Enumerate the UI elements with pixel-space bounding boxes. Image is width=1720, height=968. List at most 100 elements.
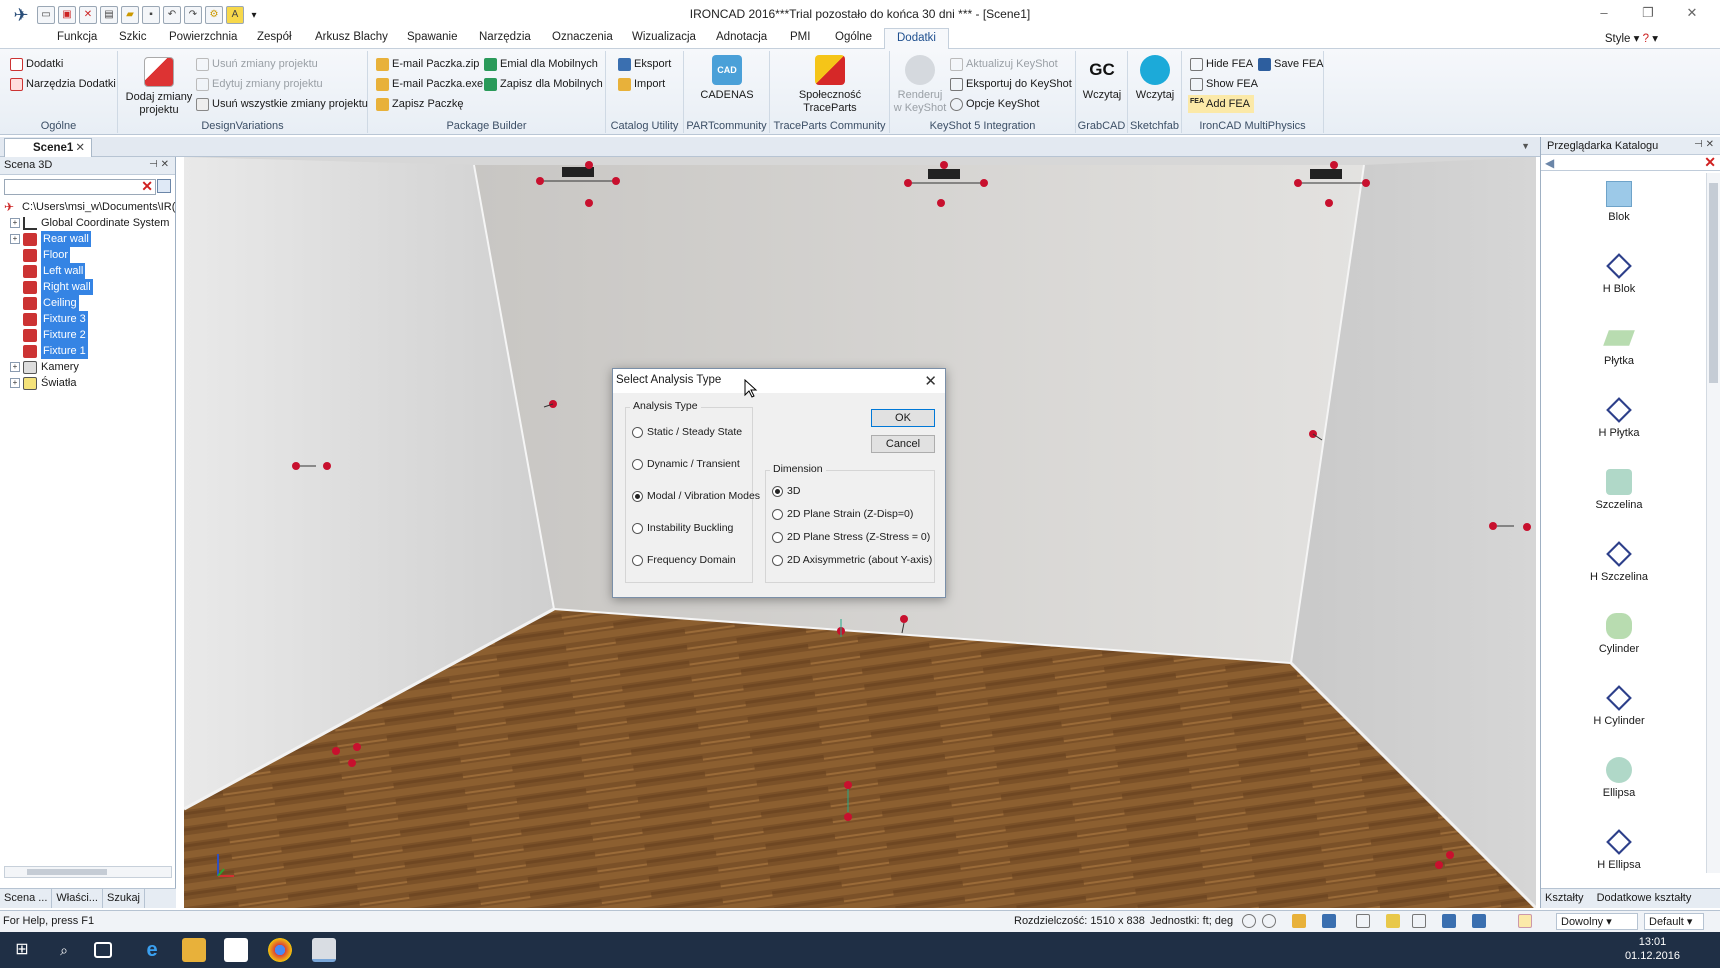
tab-powierzchnia[interactable]: Powierzchnia [169, 31, 237, 43]
import-button[interactable]: Import [618, 75, 665, 93]
tab-wizualizacja[interactable]: Wizualizacja [632, 31, 696, 43]
dialog-close-icon[interactable]: ✕ [924, 372, 937, 390]
tab-dodatkowe-ksztalty[interactable]: Dodatkowe kształty [1597, 892, 1692, 904]
zoom-icon[interactable] [1242, 914, 1256, 928]
view-orient-icon[interactable] [1292, 914, 1306, 928]
scrollbar-thumb[interactable] [1709, 183, 1718, 383]
snap-icon[interactable] [1356, 914, 1370, 928]
tab-ogolne[interactable]: Ogólne [835, 31, 872, 43]
expand-icon[interactable]: + [10, 362, 20, 372]
style-menu[interactable]: Style ▾ ? ▾ [1605, 31, 1658, 45]
tab-szukaj[interactable]: Szukaj [103, 889, 146, 908]
back-arrow-icon[interactable]: ◀ [1545, 156, 1554, 170]
chrome-icon[interactable] [268, 938, 292, 962]
filter-options-icon[interactable] [157, 179, 171, 193]
close-catalog-icon[interactable]: ✕ [1704, 154, 1716, 171]
panel-pin-close-icons[interactable]: ⊣ ✕ [149, 159, 169, 170]
email-paczka-zip-button[interactable]: E-mail Paczka.zip [376, 55, 479, 73]
edge-browser-icon[interactable]: e [140, 938, 164, 962]
selection-filter-dropdown[interactable]: Dowolny ▾ [1556, 913, 1638, 930]
ok-button[interactable]: OK [871, 409, 935, 427]
tree-item-fixture-2[interactable]: Fixture 2 [4, 327, 175, 343]
cancel-button[interactable]: Cancel [871, 435, 935, 453]
traceparts-button[interactable]: Społeczność TraceParts [790, 55, 870, 115]
catalog-item-blok[interactable]: Blok [1563, 181, 1675, 223]
narzedzia-dodatki-button[interactable]: Narzędzia Dodatki [10, 75, 116, 93]
catalog-item-cylinder[interactable]: Cylinder [1563, 613, 1675, 655]
catalog-item-h-plytka[interactable]: H Płytka [1563, 397, 1675, 439]
usun-zmiany-projektu-button[interactable]: Usuń zmiany projektu [196, 55, 318, 73]
grabcad-wczytaj-button[interactable]: GC Wczytaj [1080, 55, 1124, 102]
tree-item-ceiling[interactable]: Ceiling [4, 295, 175, 311]
tab-wlasciwosci[interactable]: Właści... [52, 889, 103, 908]
edytuj-zmiany-projektu-button[interactable]: Edytuj zmiany projektu [196, 75, 323, 93]
tree-item-fixture-3[interactable]: Fixture 3 [4, 311, 175, 327]
ironcad-taskbar-icon[interactable] [312, 938, 336, 962]
catalog-item-plytka[interactable]: Płytka [1563, 325, 1675, 367]
radio-2d-axisymmetric[interactable]: 2D Axisymmetric (about Y-axis) [772, 554, 932, 566]
start-icon[interactable]: ⊞ [10, 938, 34, 962]
store-icon[interactable] [224, 938, 248, 962]
tab-oznaczenia[interactable]: Oznaczenia [552, 31, 613, 43]
tree-item-global-coordinate-system[interactable]: + Global Coordinate System [4, 215, 175, 231]
radio-2d-plane-stress[interactable]: 2D Plane Stress (Z-Stress = 0) [772, 531, 930, 543]
tree-item-swiatla[interactable]: + Światła [4, 375, 175, 391]
tab-zespol[interactable]: Zespół [257, 31, 292, 43]
email-paczka-exe-button[interactable]: E-mail Paczka.exe [376, 75, 483, 93]
save-fea-button[interactable]: Save FEA [1258, 55, 1324, 73]
display-icon[interactable] [1442, 914, 1456, 928]
system-clock[interactable]: 13:01 01.12.2016 [1625, 935, 1680, 963]
show-fea-button[interactable]: Show FEA [1190, 75, 1258, 93]
maximize-button[interactable]: ❐ [1626, 2, 1670, 24]
camera-view-icon[interactable] [1472, 914, 1486, 928]
scene-filter-input[interactable] [4, 179, 156, 195]
zapisz-paczke-button[interactable]: Zapisz Paczkę [376, 95, 464, 113]
radio-dynamic[interactable]: Dynamic / Transient [632, 458, 740, 470]
tab-szkic[interactable]: Szkic [119, 31, 146, 43]
catalog-item-h-cylinder[interactable]: H Cylinder [1563, 685, 1675, 727]
tab-arkusz-blachy[interactable]: Arkusz Blachy [315, 31, 388, 43]
task-view-icon[interactable] [94, 942, 112, 958]
sketchfab-wczytaj-button[interactable]: Wczytaj [1133, 55, 1177, 102]
tab-funkcja[interactable]: Funkcja [57, 31, 97, 43]
tree-item-floor[interactable]: Floor [4, 247, 175, 263]
radio-3d[interactable]: 3D [772, 485, 800, 497]
hide-fea-button[interactable]: Hide FEA [1190, 55, 1253, 73]
style-dropdown[interactable]: Default ▾ [1644, 913, 1704, 930]
close-tab-icon[interactable]: ✕ [75, 139, 85, 157]
expand-icon[interactable]: + [10, 378, 20, 388]
document-tab-scene1[interactable]: Scene1 ✕ [4, 138, 92, 157]
clear-filter-icon[interactable]: ✕ [141, 178, 153, 195]
tree-item-fixture-1[interactable]: Fixture 1 [4, 343, 175, 359]
radio-static[interactable]: Static / Steady State [632, 426, 742, 438]
visibility-icon[interactable] [1386, 914, 1400, 928]
minimize-button[interactable]: – [1582, 2, 1626, 24]
dialog-title-bar[interactable]: Select Analysis Type ✕ [613, 369, 945, 393]
add-fea-button[interactable]: FEA Add FEA [1188, 95, 1255, 113]
tab-narzedzia[interactable]: Narzędzia [479, 31, 531, 43]
tree-item-kamery[interactable]: + Kamery [4, 359, 175, 375]
tab-pmi[interactable]: PMI [790, 31, 810, 43]
opcje-keyshot-button[interactable]: Opcje KeyShot [950, 95, 1039, 113]
tab-list-dropdown-icon[interactable]: ▼ [1521, 141, 1530, 151]
scrollbar-thumb[interactable] [27, 869, 107, 875]
tab-ksztalty[interactable]: Kształty [1545, 892, 1584, 904]
catalog-item-h-blok[interactable]: H Blok [1563, 253, 1675, 295]
file-explorer-icon[interactable] [182, 938, 206, 962]
radio-2d-plane-strain[interactable]: 2D Plane Strain (Z-Disp=0) [772, 508, 913, 520]
email-mobile-button[interactable]: Emial dla Mobilnych [484, 55, 598, 73]
aktualizuj-keyshot-button[interactable]: Aktualizuj KeyShot [950, 55, 1058, 73]
expand-icon[interactable]: + [10, 234, 20, 244]
tree-item-left-wall[interactable]: Left wall [4, 263, 175, 279]
tree-root[interactable]: ✈ C:\Users\msi_w\Documents\IR( [4, 199, 175, 215]
tab-adnotacja[interactable]: Adnotacja [716, 31, 767, 43]
catalog-item-ellipsa[interactable]: Ellipsa [1563, 757, 1675, 799]
render-keyshot-button[interactable]: Renderuj w KeyShot [892, 55, 948, 115]
cadenas-button[interactable]: CAD CADENAS [692, 55, 762, 102]
search-icon[interactable]: ⌕ [52, 938, 76, 962]
render-mode-icon[interactable] [1322, 914, 1336, 928]
settings-icon[interactable] [1412, 914, 1426, 928]
eksport-button[interactable]: Eksport [618, 55, 671, 73]
panel-pin-close-icons[interactable]: ⊣ ✕ [1694, 139, 1714, 150]
dodatki-button[interactable]: Dodatki [10, 55, 63, 73]
